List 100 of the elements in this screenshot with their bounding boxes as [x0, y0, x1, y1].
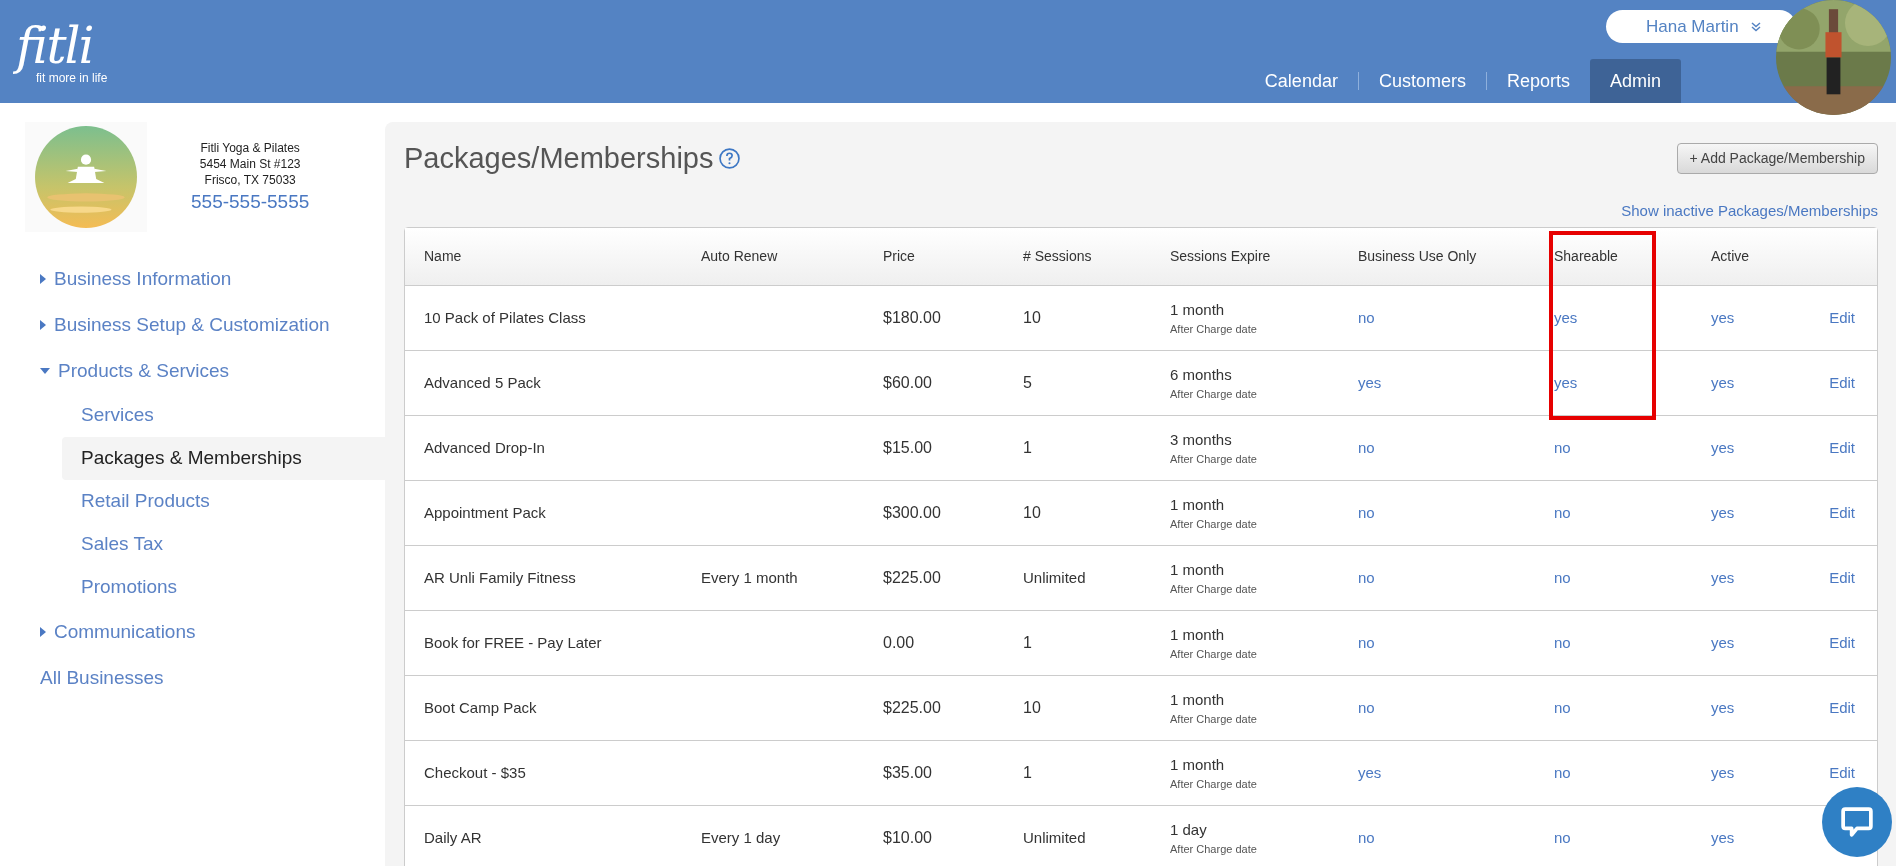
shareable-link[interactable]: no — [1554, 503, 1571, 521]
table-cell: Unlimited — [1023, 568, 1086, 586]
shareable-link[interactable]: no — [1554, 438, 1571, 456]
table-cell: 10 Pack of Pilates Class — [424, 308, 586, 326]
business-use-link[interactable]: yes — [1358, 763, 1382, 781]
column-header: # Sessions — [1023, 247, 1092, 266]
business-use-link[interactable]: yes — [1358, 373, 1382, 391]
column-header: Name — [424, 247, 462, 266]
active-link[interactable]: yes — [1711, 763, 1735, 781]
shareable-link[interactable]: no — [1554, 828, 1571, 846]
sidebar-item[interactable]: Promotions — [62, 566, 385, 609]
active-link[interactable]: yes — [1711, 633, 1735, 651]
expire-note: After Charge date — [1170, 647, 1257, 662]
column-header: Sessions Expire — [1170, 247, 1271, 266]
table-cell: AR Unli Family Fitness — [424, 568, 576, 586]
table-cell: $225.00 — [883, 699, 941, 716]
sidebar-item[interactable]: Sales Tax — [62, 523, 385, 566]
edit-link[interactable]: Edit — [1829, 566, 1855, 590]
active-link[interactable]: yes — [1711, 503, 1735, 521]
business-use-link[interactable]: no — [1358, 633, 1375, 651]
business-use-link[interactable]: no — [1358, 828, 1375, 846]
table-cell: 10 — [1023, 699, 1041, 716]
table-cell: 10 — [1023, 309, 1041, 326]
business-use-link[interactable]: no — [1358, 503, 1375, 521]
nav-tab[interactable]: Calendar — [1244, 59, 1358, 103]
table-cell: 1 — [1023, 634, 1032, 651]
table-cell-text: 1 month — [1170, 689, 1225, 710]
help-icon[interactable] — [719, 148, 741, 170]
business-use-link[interactable]: no — [1358, 308, 1375, 326]
table-cell: Every 1 month — [701, 568, 798, 586]
table-cell: Appointment Pack — [424, 503, 546, 521]
table-cell-text: 3 months — [1170, 429, 1232, 450]
table-cell-text: 1 month — [1170, 754, 1225, 775]
logo-tagline: fit more in life — [36, 71, 108, 84]
column-header: Business Use Only — [1358, 247, 1477, 266]
table-cell: $35.00 — [883, 764, 932, 781]
business-use-link[interactable]: no — [1358, 568, 1375, 586]
shareable-link[interactable]: no — [1554, 633, 1571, 651]
shareable-link[interactable]: yes — [1554, 373, 1578, 391]
business-address: 5454 Main St #123 — [199, 156, 301, 172]
active-link[interactable]: yes — [1711, 698, 1735, 716]
table-cell-text: 1 month — [1170, 299, 1225, 320]
edit-link[interactable]: Edit — [1829, 501, 1855, 525]
table-cell: $60.00 — [883, 374, 932, 391]
column-header: Price — [883, 247, 915, 266]
edit-link[interactable]: Edit — [1829, 631, 1855, 655]
sidebar-section[interactable]: Communications — [0, 609, 385, 655]
expire-note: After Charge date — [1170, 452, 1257, 467]
column-header: Shareable — [1554, 247, 1618, 266]
edit-link[interactable]: Edit — [1829, 761, 1855, 785]
column-header: Active — [1711, 247, 1750, 266]
caret-right-icon — [40, 320, 46, 330]
sidebar-item[interactable]: Packages & Memberships — [62, 437, 385, 480]
table-cell: Book for FREE - Pay Later — [424, 633, 602, 651]
table-cell: Advanced Drop-In — [424, 438, 545, 456]
table-cell: 5 — [1023, 374, 1032, 391]
sidebar-section[interactable]: Products & Services — [0, 348, 385, 394]
table-cell: $300.00 — [883, 504, 941, 521]
expire-note: After Charge date — [1170, 842, 1257, 857]
double-chevron-icon — [1750, 21, 1761, 32]
active-link[interactable]: yes — [1711, 373, 1735, 391]
caret-right-icon — [40, 627, 46, 637]
edit-link[interactable]: Edit — [1829, 436, 1855, 460]
table-cell: 1 — [1023, 439, 1032, 456]
expire-note: After Charge date — [1170, 712, 1257, 727]
page-title: Packages/Memberships — [404, 141, 714, 176]
business-phone: 555-555-5555 — [191, 190, 310, 214]
table-cell: Boot Camp Pack — [424, 698, 537, 716]
table-cell: $10.00 — [883, 829, 932, 846]
edit-link[interactable]: Edit — [1829, 696, 1855, 720]
expire-note: After Charge date — [1170, 322, 1257, 337]
table-cell: Every 1 day — [701, 828, 781, 846]
edit-link[interactable]: Edit — [1829, 306, 1855, 330]
table-cell: Unlimited — [1023, 828, 1086, 846]
shareable-link[interactable]: no — [1554, 568, 1571, 586]
business-use-link[interactable]: no — [1358, 438, 1375, 456]
active-link[interactable]: yes — [1711, 308, 1735, 326]
sidebar-section[interactable]: Business Information — [0, 256, 385, 302]
expire-note: After Charge date — [1170, 582, 1257, 597]
sidebar-item[interactable]: Services — [62, 394, 385, 437]
add-package-button[interactable]: + Add Package/Membership — [1676, 143, 1878, 175]
chat-icon — [1841, 807, 1873, 837]
business-use-link[interactable]: no — [1358, 698, 1375, 716]
shareable-link[interactable]: yes — [1554, 308, 1578, 326]
nav-tab[interactable]: Customers — [1358, 59, 1486, 103]
shareable-link[interactable]: no — [1554, 698, 1571, 716]
business-city: Frisco, TX 75033 — [204, 172, 296, 188]
table-cell-text: 1 month — [1170, 559, 1225, 580]
active-link[interactable]: yes — [1711, 438, 1735, 456]
sidebar-section[interactable]: Business Setup & Customization — [0, 302, 385, 348]
table-cell-text: 1 month — [1170, 494, 1225, 515]
table-cell-text: 1 month — [1170, 624, 1225, 645]
sidebar-item[interactable]: Retail Products — [62, 480, 385, 523]
sidebar-link[interactable]: All Businesses — [0, 655, 385, 701]
shareable-link[interactable]: no — [1554, 763, 1571, 781]
active-link[interactable]: yes — [1711, 568, 1735, 586]
edit-link[interactable]: Edit — [1829, 371, 1855, 395]
active-link[interactable]: yes — [1711, 828, 1735, 846]
nav-tab[interactable]: Admin — [1589, 59, 1681, 103]
nav-tab[interactable]: Reports — [1486, 59, 1590, 103]
